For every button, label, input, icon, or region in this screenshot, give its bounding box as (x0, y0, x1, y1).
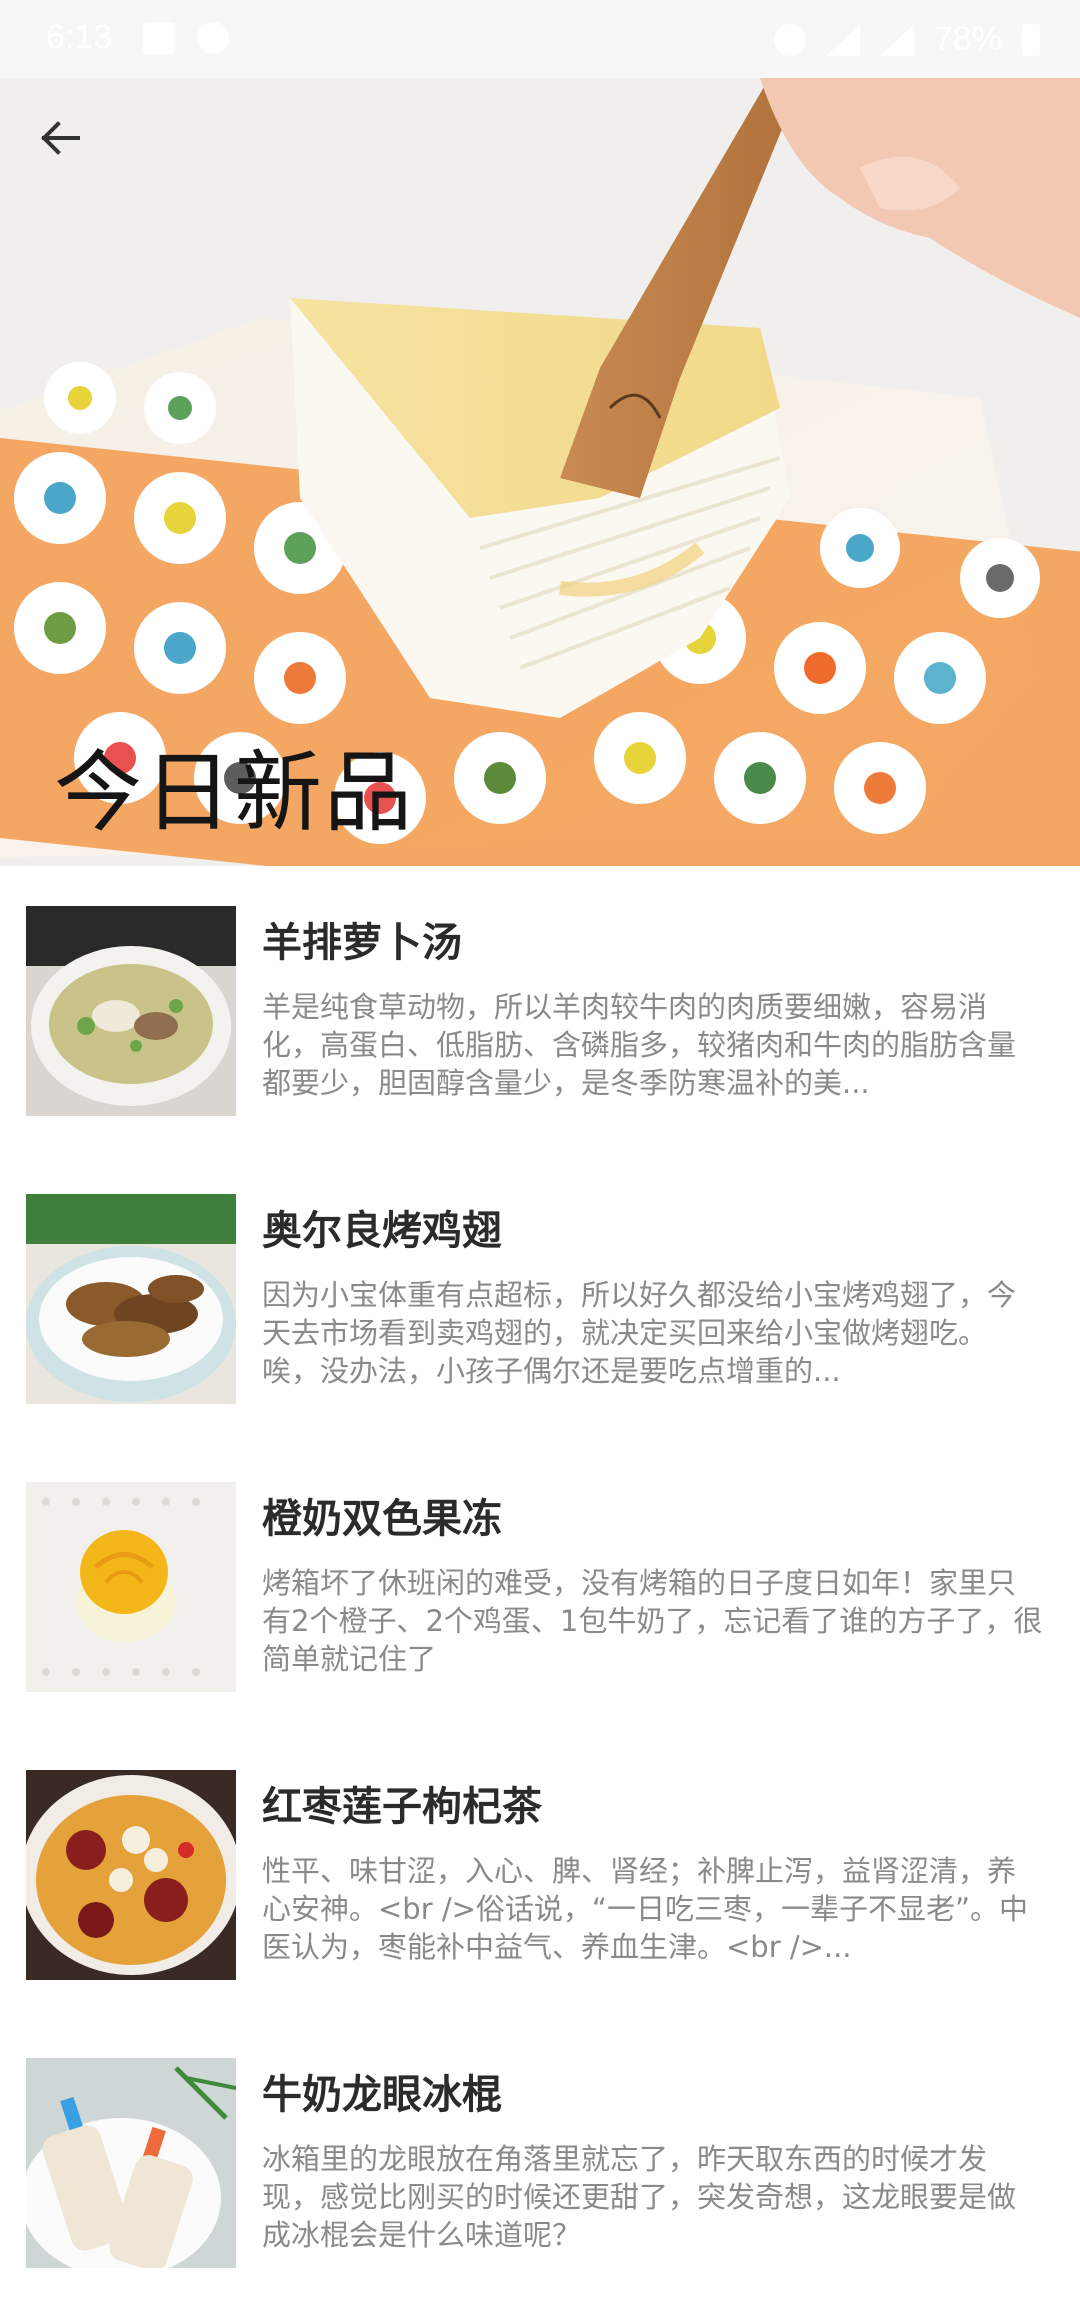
popsicle-image (26, 2058, 236, 2268)
system-status-icons: 78% (773, 20, 1040, 59)
recipe-thumbnail (26, 1482, 236, 1692)
soup-image (26, 906, 236, 1116)
list-item[interactable]: 牛奶龙眼冰棍 冰箱里的龙眼放在角落里就忘了，昨天取东西的时候才发现，感觉比刚买的… (0, 2018, 1080, 2306)
recipe-thumbnail (26, 906, 236, 1116)
page-title: 今日新品 (54, 741, 415, 844)
recipe-thumbnail (26, 2058, 236, 2268)
arrow-left-icon (41, 121, 80, 155)
cell-signal-icon (825, 23, 860, 56)
list-item[interactable]: 奥尔良烤鸡翅 因为小宝体重有点超标，所以好久都没给小宝烤鸡翅了，今天去市场看到卖… (0, 1154, 1080, 1442)
status-bar: 6:13 78% (0, 0, 1080, 78)
list-item[interactable]: 橙奶双色果冻 烤箱坏了休班闲的难受，没有烤箱的日子度日如年！家里只有2个橙子、2… (0, 1442, 1080, 1730)
recipe-title: 红枣莲子枸杞茶 (262, 1784, 542, 1830)
battery-icon (1022, 23, 1040, 56)
recipe-title: 牛奶龙眼冰棍 (262, 2072, 502, 2118)
recipe-thumbnail (26, 1194, 236, 1404)
notification-icons (143, 22, 229, 54)
hero-banner: 今日新品 (0, 78, 1080, 866)
recipe-description: 因为小宝体重有点超标，所以好久都没给小宝烤鸡翅了，今天去市场看到卖鸡翅的，就决定… (262, 1278, 1017, 1388)
recipe-title: 奥尔良烤鸡翅 (262, 1208, 502, 1254)
image-notification-icon (143, 22, 175, 54)
recipe-description: 冰箱里的龙眼放在角落里就忘了，昨天取东西的时候才发现，感觉比刚买的时候还更甜了，… (262, 2142, 1017, 2252)
wifi-signal-icon (879, 23, 914, 56)
battery-percent: 78% (933, 20, 1002, 58)
vibrate-icon (773, 23, 806, 56)
recipe-thumbnail (26, 1770, 236, 1980)
list-item[interactable]: 羊排萝卜汤 羊是纯食草动物，所以羊肉较牛肉的肉质要细嫩，容易消化，高蛋白、低脂肪… (0, 866, 1080, 1154)
status-time: 6:13 (46, 18, 113, 56)
list-item[interactable]: 红枣莲子枸杞茶 性平、味甘涩，入心、脾、肾经；补脾止泻，益肾涩清，养心安神。<b… (0, 1730, 1080, 2018)
jujube-tea-image (26, 1770, 236, 1980)
chicken-wings-image (26, 1194, 236, 1404)
back-button[interactable] (38, 116, 110, 188)
recipe-description: 性平、味甘涩，入心、脾、肾经；补脾止泻，益肾涩清，养心安神。<br />俗话说，… (262, 1854, 1028, 1964)
recipe-description: 烤箱坏了休班闲的难受，没有烤箱的日子度日如年！家里只有2个橙子、2个鸡蛋、1包牛… (262, 1566, 1043, 1676)
orange-jelly-image (26, 1482, 236, 1692)
chat-notification-icon (197, 22, 229, 54)
recipe-description: 羊是纯食草动物，所以羊肉较牛肉的肉质要细嫩，容易消化，高蛋白、低脂肪、含磷脂多，… (262, 990, 1017, 1100)
recipe-title: 羊排萝卜汤 (262, 920, 462, 966)
recipe-title: 橙奶双色果冻 (262, 1496, 502, 1542)
